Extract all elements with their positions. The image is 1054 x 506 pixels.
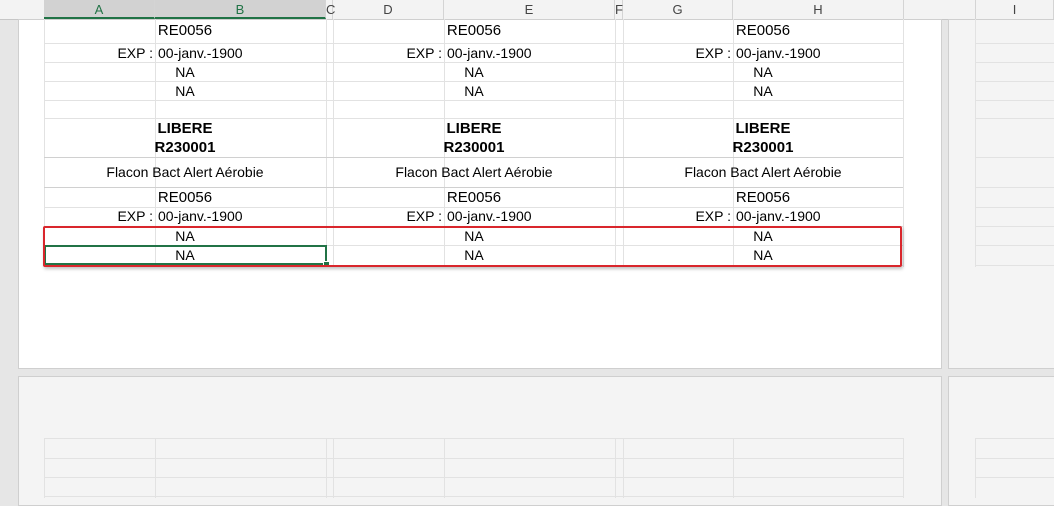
gridline (975, 438, 1054, 439)
product-name-cell[interactable]: Flacon Bact Alert Aérobie (44, 164, 326, 180)
gridline (333, 438, 334, 498)
gridline (975, 100, 1054, 101)
na-cell[interactable]: NA (333, 64, 615, 80)
reference-cell[interactable]: RE0056 (623, 189, 903, 206)
gridline (975, 458, 1054, 459)
gridline (44, 187, 903, 188)
column-header-d[interactable]: D (333, 0, 444, 19)
print-page-3 (18, 376, 942, 506)
exp-label-cell[interactable]: EXP : (44, 45, 153, 61)
highlight-annotation-box (43, 226, 902, 267)
reference-cell[interactable]: RE0056 (333, 22, 615, 39)
gridline (615, 438, 616, 498)
column-header-c[interactable]: C (326, 0, 335, 19)
gridline (903, 438, 904, 498)
gridline (44, 157, 903, 158)
column-header-bar: A B C D E F G H I (0, 0, 1054, 20)
gridline (623, 438, 624, 498)
na-cell[interactable]: NA (623, 64, 903, 80)
exp-label-cell[interactable]: EXP : (333, 208, 442, 224)
exp-label-cell[interactable]: EXP : (333, 45, 442, 61)
column-header-i[interactable]: I (975, 0, 1054, 19)
reference-cell[interactable]: RE0056 (623, 22, 903, 39)
gridline (975, 226, 1054, 227)
gridline (44, 81, 903, 82)
exp-date-cell[interactable]: 00-janv.-1900 (447, 208, 532, 224)
exp-date-cell[interactable]: 00-janv.-1900 (736, 208, 821, 224)
gridline (444, 438, 445, 498)
gridline (975, 81, 1054, 82)
gridline (975, 477, 1054, 478)
gridline (975, 43, 1054, 44)
na-cell[interactable]: NA (44, 64, 326, 80)
lot-code-cell[interactable]: R230001 (623, 139, 903, 156)
exp-date-cell[interactable]: 00-janv.-1900 (447, 45, 532, 61)
gridline (44, 438, 903, 439)
na-cell[interactable]: NA (333, 83, 615, 99)
na-cell[interactable]: NA (623, 83, 903, 99)
gridline (44, 118, 903, 119)
exp-date-cell[interactable]: 00-janv.-1900 (158, 45, 243, 61)
lot-code-cell[interactable]: R230001 (333, 139, 615, 156)
na-cell[interactable]: NA (44, 83, 326, 99)
status-cell[interactable]: LIBERE (44, 120, 326, 137)
exp-label-cell[interactable]: EXP : (623, 208, 731, 224)
reference-cell[interactable]: RE0056 (44, 189, 326, 206)
gridline (975, 207, 1054, 208)
status-cell[interactable]: LIBERE (333, 120, 615, 137)
gridline (44, 438, 45, 498)
print-page-2 (948, 19, 1054, 369)
gridline (44, 496, 903, 497)
print-page-4 (948, 376, 1054, 506)
column-header-g[interactable]: G (623, 0, 733, 19)
column-header-b[interactable]: B (155, 0, 326, 19)
gridline (975, 118, 1054, 119)
column-header-h[interactable]: H (733, 0, 904, 19)
column-header-a[interactable]: A (44, 0, 155, 19)
gridline (975, 245, 1054, 246)
gridline (155, 438, 156, 498)
exp-label-cell[interactable]: EXP : (623, 45, 731, 61)
exp-date-cell[interactable]: 00-janv.-1900 (736, 45, 821, 61)
gridline (44, 43, 903, 44)
product-name-cell[interactable]: Flacon Bact Alert Aérobie (623, 164, 903, 180)
gridline (733, 438, 734, 498)
exp-date-cell[interactable]: 00-janv.-1900 (158, 208, 243, 224)
gridline (975, 157, 1054, 158)
column-header-e[interactable]: E (444, 0, 615, 19)
status-cell[interactable]: LIBERE (623, 120, 903, 137)
gridline (44, 458, 903, 459)
gridline (903, 19, 904, 267)
gridline (44, 62, 903, 63)
gridline (975, 19, 976, 267)
lot-code-cell[interactable]: R230001 (44, 139, 326, 156)
reference-cell[interactable]: RE0056 (44, 22, 326, 39)
gridline (975, 187, 1054, 188)
reference-cell[interactable]: RE0056 (333, 189, 615, 206)
gridline (326, 438, 327, 498)
gridline (44, 100, 903, 101)
gridline (975, 438, 976, 498)
product-name-cell[interactable]: Flacon Bact Alert Aérobie (333, 164, 615, 180)
gridline (44, 477, 903, 478)
exp-label-cell[interactable]: EXP : (44, 208, 153, 224)
gridline (975, 62, 1054, 63)
gridline (975, 265, 1054, 266)
column-header-f[interactable]: F (615, 0, 623, 19)
